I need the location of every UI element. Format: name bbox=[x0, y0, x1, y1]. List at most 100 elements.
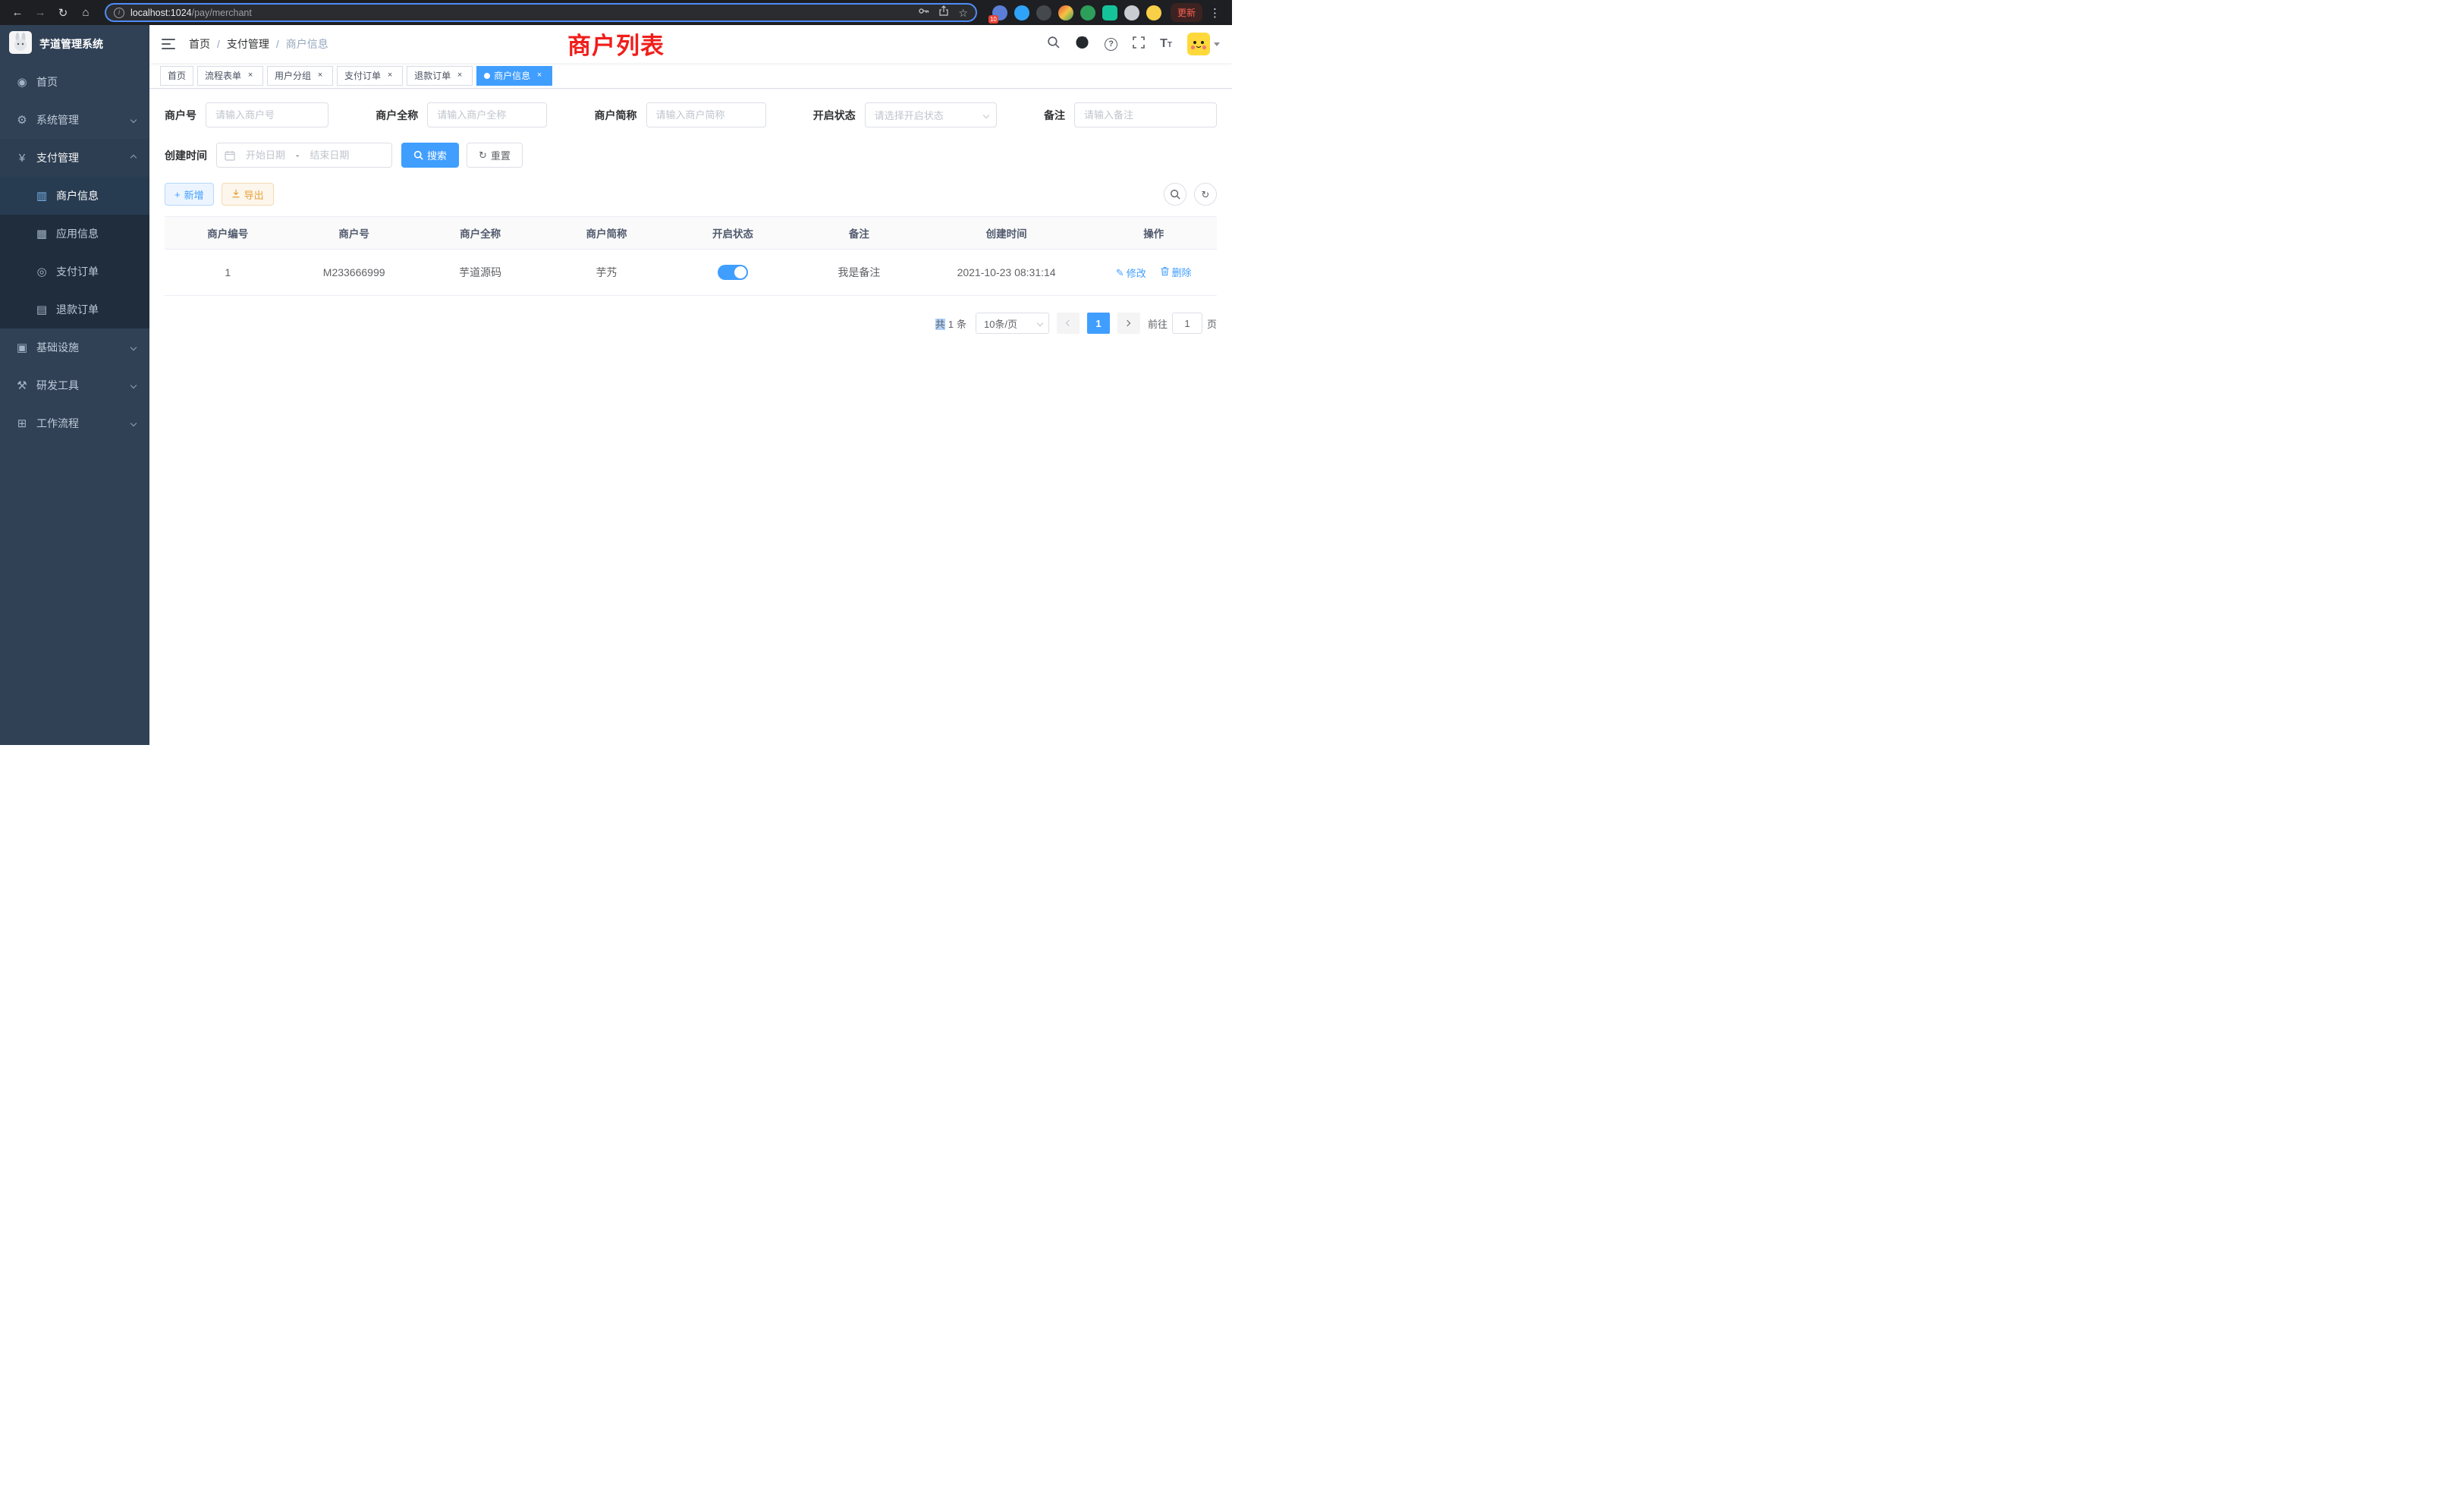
th-full-name: 商户全称 bbox=[417, 217, 543, 250]
browser-forward-icon[interactable]: → bbox=[30, 6, 50, 19]
sidebar-item-pay-order[interactable]: ◎ 支付订单 bbox=[0, 253, 149, 291]
sidebar-item-payment[interactable]: ¥ 支付管理 bbox=[0, 139, 149, 177]
hamburger-icon[interactable] bbox=[162, 38, 175, 50]
full-name-input[interactable] bbox=[427, 102, 547, 127]
extension-icon[interactable] bbox=[1058, 5, 1073, 20]
tab-process-form[interactable]: 流程表单 × bbox=[197, 66, 263, 86]
reset-button[interactable]: ↻ 重置 bbox=[467, 143, 523, 168]
chevron-down-icon bbox=[130, 420, 137, 426]
extension-icon[interactable] bbox=[1146, 5, 1161, 20]
tab-pay-order[interactable]: 支付订单× bbox=[337, 66, 403, 86]
edit-button[interactable]: ✎修改 bbox=[1116, 266, 1146, 280]
tab-label: 退款订单 bbox=[414, 69, 451, 82]
browser-menu-icon[interactable]: ⋮ bbox=[1209, 6, 1221, 20]
password-key-icon[interactable] bbox=[918, 5, 929, 20]
sidebar-item-label: 研发工具 bbox=[36, 378, 79, 393]
browser-back-icon[interactable]: ← bbox=[8, 6, 27, 19]
tab-close-icon[interactable]: × bbox=[385, 71, 395, 81]
filter-label: 创建时间 bbox=[165, 148, 207, 163]
search-button-label: 搜索 bbox=[427, 148, 447, 162]
tab-close-icon[interactable]: × bbox=[454, 71, 465, 81]
extension-icon[interactable] bbox=[1124, 5, 1139, 20]
fullscreen-icon[interactable] bbox=[1133, 36, 1145, 52]
sidebar-item-dev-tools[interactable]: ⚒ 研发工具 bbox=[0, 366, 149, 404]
total-prefix: 共 bbox=[935, 319, 945, 330]
export-button[interactable]: 导出 bbox=[222, 183, 274, 206]
date-range-picker[interactable]: - bbox=[216, 143, 392, 168]
bookmark-star-icon[interactable]: ☆ bbox=[958, 8, 968, 18]
toggle-search-button[interactable] bbox=[1164, 183, 1186, 206]
tab-label: 首页 bbox=[168, 69, 186, 82]
sidebar-item-app-info[interactable]: ▦ 应用信息 bbox=[0, 215, 149, 253]
sidebar-item-merchant-info[interactable]: ▥ 商户信息 bbox=[0, 177, 149, 215]
extension-icon[interactable] bbox=[1014, 5, 1029, 20]
help-icon[interactable]: ? bbox=[1105, 38, 1117, 51]
yen-icon: ¥ bbox=[14, 152, 30, 165]
extension-icon[interactable]: 10 bbox=[992, 5, 1007, 20]
url-bar[interactable]: i localhost:1024/pay/merchant ☆ bbox=[105, 3, 977, 22]
browser-home-icon[interactable]: ⌂ bbox=[76, 6, 96, 19]
chevron-up-icon bbox=[130, 155, 137, 161]
tab-close-icon[interactable]: × bbox=[534, 71, 545, 81]
sidebar-item-workflow[interactable]: ⊞ 工作流程 bbox=[0, 404, 149, 442]
tab-label: 用户分组 bbox=[275, 69, 311, 82]
page-button-1[interactable]: 1 bbox=[1087, 313, 1110, 334]
cell-short-name: 芋艿 bbox=[543, 250, 669, 296]
goto-page-input[interactable] bbox=[1172, 313, 1202, 334]
github-icon[interactable] bbox=[1075, 35, 1089, 53]
font-size-icon[interactable]: TT bbox=[1160, 37, 1172, 51]
refresh-table-button[interactable]: ↻ bbox=[1194, 183, 1217, 206]
tab-merchant-info[interactable]: 商户信息× bbox=[476, 66, 552, 86]
filter-status: 开启状态 请选择开启状态 bbox=[813, 102, 997, 127]
browser-update-button[interactable]: 更新 bbox=[1171, 3, 1202, 22]
user-avatar[interactable] bbox=[1187, 33, 1220, 55]
status-select[interactable]: 请选择开启状态 bbox=[865, 102, 997, 127]
breadcrumb-current: 商户信息 bbox=[286, 36, 328, 52]
site-info-icon[interactable]: i bbox=[114, 8, 124, 18]
page-size-select[interactable]: 10条/页 bbox=[976, 313, 1049, 334]
sidebar-item-home[interactable]: ◉ 首页 bbox=[0, 63, 149, 101]
prev-page-button[interactable] bbox=[1057, 313, 1080, 334]
remark-input[interactable] bbox=[1074, 102, 1217, 127]
extension-icon[interactable] bbox=[1036, 5, 1051, 20]
breadcrumb-payment[interactable]: 支付管理 bbox=[227, 36, 269, 52]
total-suffix: 条 bbox=[957, 319, 966, 330]
sidebar-item-refund-order[interactable]: ▤ 退款订单 bbox=[0, 291, 149, 328]
tab-close-icon[interactable]: × bbox=[315, 71, 325, 81]
tab-label: 流程表单 bbox=[205, 69, 241, 82]
breadcrumb-home[interactable]: 首页 bbox=[189, 36, 210, 52]
chevron-right-icon bbox=[1124, 320, 1130, 326]
short-name-input[interactable] bbox=[646, 102, 766, 127]
extension-icon[interactable] bbox=[1102, 5, 1117, 20]
browser-reload-icon[interactable]: ↻ bbox=[53, 6, 73, 20]
chevron-down-icon bbox=[983, 112, 989, 118]
table-header-row: 商户编号 商户号 商户全称 商户简称 开启状态 备注 创建时间 操作 bbox=[165, 217, 1217, 250]
extension-icon[interactable] bbox=[1080, 5, 1095, 20]
sidebar-item-label: 商户信息 bbox=[56, 188, 99, 203]
next-page-button[interactable] bbox=[1117, 313, 1140, 334]
goto-label: 前往 bbox=[1148, 316, 1168, 331]
edit-icon: ✎ bbox=[1116, 268, 1124, 278]
status-toggle[interactable] bbox=[718, 265, 748, 280]
search-icon[interactable] bbox=[1047, 36, 1060, 52]
share-icon[interactable] bbox=[938, 5, 949, 20]
url-text[interactable]: localhost:1024/pay/merchant bbox=[130, 8, 912, 18]
end-date-input[interactable] bbox=[302, 149, 357, 161]
tab-close-icon[interactable]: × bbox=[245, 71, 256, 81]
tab-home[interactable]: 首页 bbox=[160, 66, 193, 86]
sidebar-item-infrastructure[interactable]: ▣ 基础设施 bbox=[0, 328, 149, 366]
tab-refund-order[interactable]: 退款订单× bbox=[407, 66, 473, 86]
search-button[interactable]: 搜索 bbox=[401, 143, 459, 168]
delete-button[interactable]: 删除 bbox=[1160, 265, 1192, 279]
merchant-no-input[interactable] bbox=[206, 102, 328, 127]
tab-user-group[interactable]: 用户分组 × bbox=[267, 66, 333, 86]
sidebar-item-label: 退款订单 bbox=[56, 302, 99, 317]
sidebar-item-system[interactable]: ⚙ 系统管理 bbox=[0, 101, 149, 139]
top-navbar: 首页 / 支付管理 / 商户信息 ? TT bbox=[149, 25, 1232, 63]
start-date-input[interactable] bbox=[238, 149, 293, 161]
app-logo[interactable]: 芋道管理系统 bbox=[0, 25, 149, 63]
th-create-time: 创建时间 bbox=[922, 217, 1091, 250]
navbar-actions: ? TT bbox=[1047, 33, 1220, 55]
pagination-goto: 前往 页 bbox=[1148, 313, 1217, 334]
add-button[interactable]: + 新增 bbox=[165, 183, 214, 206]
